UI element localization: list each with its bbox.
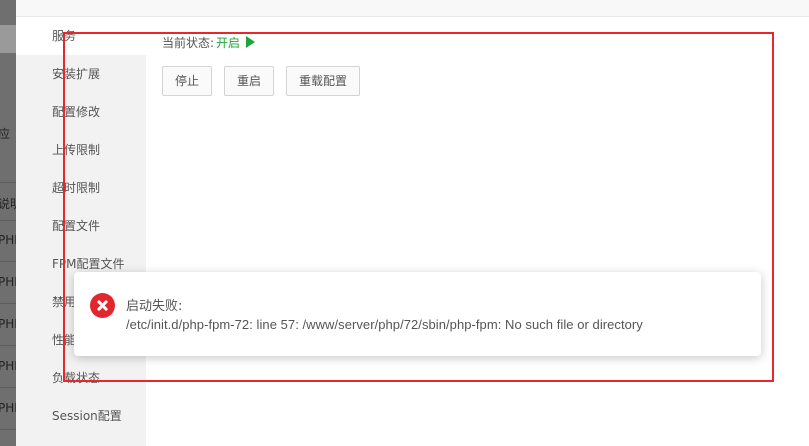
background-divider [0, 429, 16, 430]
background-page: 应 说明 PHP PHP PHP PHP PHP [0, 0, 16, 446]
background-divider [0, 345, 16, 346]
background-text: PHP [0, 275, 16, 289]
modal-title-fragment [124, 0, 146, 3]
toast-title: 启动失败: [126, 299, 183, 314]
modal-header [16, 0, 809, 17]
background-divider [0, 303, 16, 304]
background-divider [0, 261, 16, 262]
sidebar-item-session-config[interactable]: Session配置 [16, 397, 146, 435]
background-tab [0, 25, 16, 53]
background-text: PHP [0, 233, 16, 247]
background-text: PHP [0, 317, 16, 331]
background-text: PHP [0, 401, 16, 415]
background-divider [0, 387, 16, 388]
background-text: PHP [0, 359, 16, 373]
background-text: 应 [0, 127, 11, 141]
background-divider [0, 182, 16, 183]
error-icon [90, 293, 115, 318]
toast-message: /etc/init.d/php-fpm-72: line 57: /www/se… [126, 317, 643, 332]
background-text: 说明 [0, 197, 16, 211]
error-toast: 启动失败: /etc/init.d/php-fpm-72: line 57: /… [74, 272, 761, 356]
background-divider [0, 220, 16, 221]
